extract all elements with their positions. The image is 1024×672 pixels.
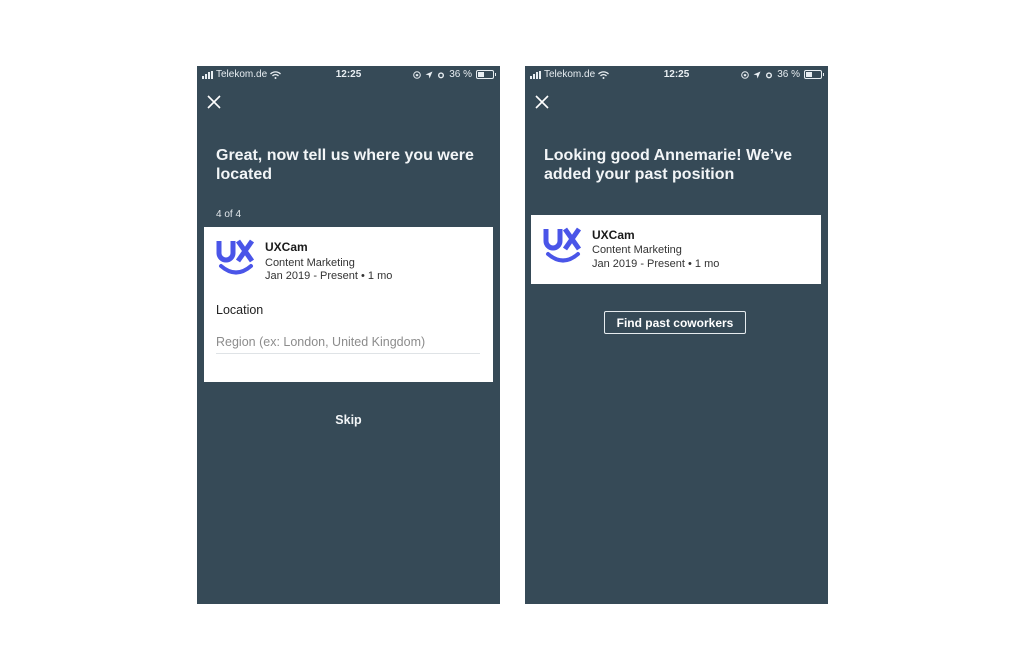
confirmation-screen: Telekom.de 12:25 36 % Looking good Annem… [525,66,828,604]
lock-rotation-icon [413,70,422,79]
region-input[interactable] [216,331,480,354]
battery-icon [804,70,824,79]
page-title: Great, now tell us where you were locate… [216,147,474,183]
location-label: Location [216,303,264,317]
job-title: Content Marketing [592,244,682,256]
lock-rotation-icon [741,70,750,79]
close-button[interactable] [535,94,553,112]
location-icon [753,71,761,78]
job-title: Content Marketing [265,257,355,269]
uxcam-logo [216,239,255,275]
company-name: UXCam [592,228,635,242]
position-card: UXCam Content Marketing Jan 2019 - Prese… [531,215,821,284]
employment-dates: Jan 2019 - Present • 1 mo [592,258,720,270]
close-icon [535,95,549,109]
skip-button[interactable]: Skip [197,413,500,427]
company-name: UXCam [265,240,308,254]
battery-percentage: 36 % [777,69,800,80]
status-right-group: 36 % [413,69,496,80]
page-title: Looking good Annemarie! We’ve added your… [544,147,793,183]
close-icon [207,95,221,109]
battery-percentage: 36 % [449,69,472,80]
alarm-icon [438,71,445,78]
alarm-icon [766,71,773,78]
location-icon [425,71,433,78]
uxcam-logo [543,227,582,263]
status-right-group: 36 % [741,69,824,80]
find-past-coworkers-button[interactable]: Find past coworkers [604,311,746,334]
location-screen: Telekom.de 12:25 36 % Great, now tell us… [197,66,500,604]
status-bar: Telekom.de 12:25 36 % [197,66,500,84]
employment-dates: Jan 2019 - Present • 1 mo [265,270,393,282]
status-bar: Telekom.de 12:25 36 % [525,66,828,84]
step-indicator: 4 of 4 [216,209,242,220]
position-card: UXCam Content Marketing Jan 2019 - Prese… [204,227,493,382]
close-button[interactable] [207,94,225,112]
battery-icon [476,70,496,79]
